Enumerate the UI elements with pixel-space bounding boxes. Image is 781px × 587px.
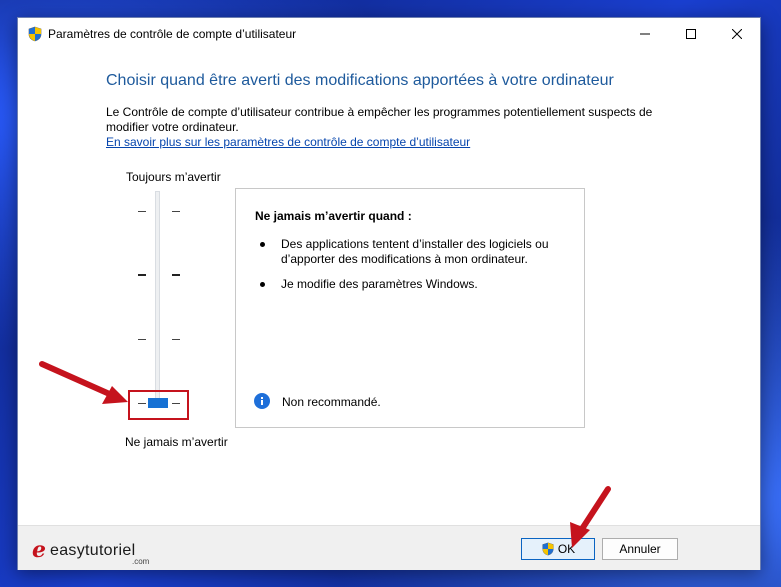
minimize-icon — [640, 33, 650, 35]
recommendation-text: Non recommandé. — [282, 395, 381, 409]
bullet-icon — [260, 282, 265, 287]
info-icon — [254, 393, 270, 409]
info-title: Ne jamais m’avertir quand : — [255, 209, 412, 223]
slider-tick — [172, 339, 180, 340]
slider-tick — [138, 339, 146, 340]
annotation-arrow-icon — [570, 486, 611, 548]
annotation-arrow-icon — [39, 361, 128, 404]
maximize-icon — [686, 29, 696, 39]
brand-mark-icon: e — [32, 537, 46, 563]
title-bar[interactable]: Paramètres de contrôle de compte d’utili… — [18, 18, 760, 50]
shield-icon — [28, 26, 42, 42]
learn-more-link[interactable]: En savoir plus sur les paramètres de con… — [106, 135, 470, 149]
window-title: Paramètres de contrôle de compte d’utili… — [48, 27, 297, 41]
maximize-button[interactable] — [668, 18, 714, 50]
page-heading: Choisir quand être averti des modificati… — [106, 72, 614, 89]
uac-settings-window: Paramètres de contrôle de compte d’utili… — [17, 17, 761, 570]
minimize-button[interactable] — [622, 18, 668, 50]
slider-tick — [138, 211, 146, 212]
close-button[interactable] — [714, 18, 760, 50]
page-description: Le Contrôle de compte d’utilisateur cont… — [106, 105, 653, 134]
slider-bottom-label: Ne jamais m’avertir — [125, 435, 228, 449]
slider-tick — [172, 211, 180, 212]
dialog-footer: e easytutoriel .com OK Annuler — [18, 525, 760, 570]
list-item-text: Des applications tentent d’installer des… — [281, 237, 549, 266]
info-panel: Ne jamais m’avertir quand : Des applicat… — [235, 188, 585, 428]
slider-track[interactable] — [155, 191, 160, 407]
brand-suffix: .com — [132, 557, 150, 566]
slider-tick — [172, 274, 180, 276]
annotation-highlight-box — [128, 390, 189, 420]
close-icon — [732, 29, 742, 39]
bullet-icon — [260, 242, 265, 247]
shield-icon — [542, 542, 554, 556]
brand-name: easytutoriel — [50, 542, 136, 559]
slider-tick — [138, 274, 146, 276]
list-item-text: Je modifie des paramètres Windows. — [281, 277, 478, 291]
slider-top-label: Toujours m’avertir — [126, 170, 221, 184]
